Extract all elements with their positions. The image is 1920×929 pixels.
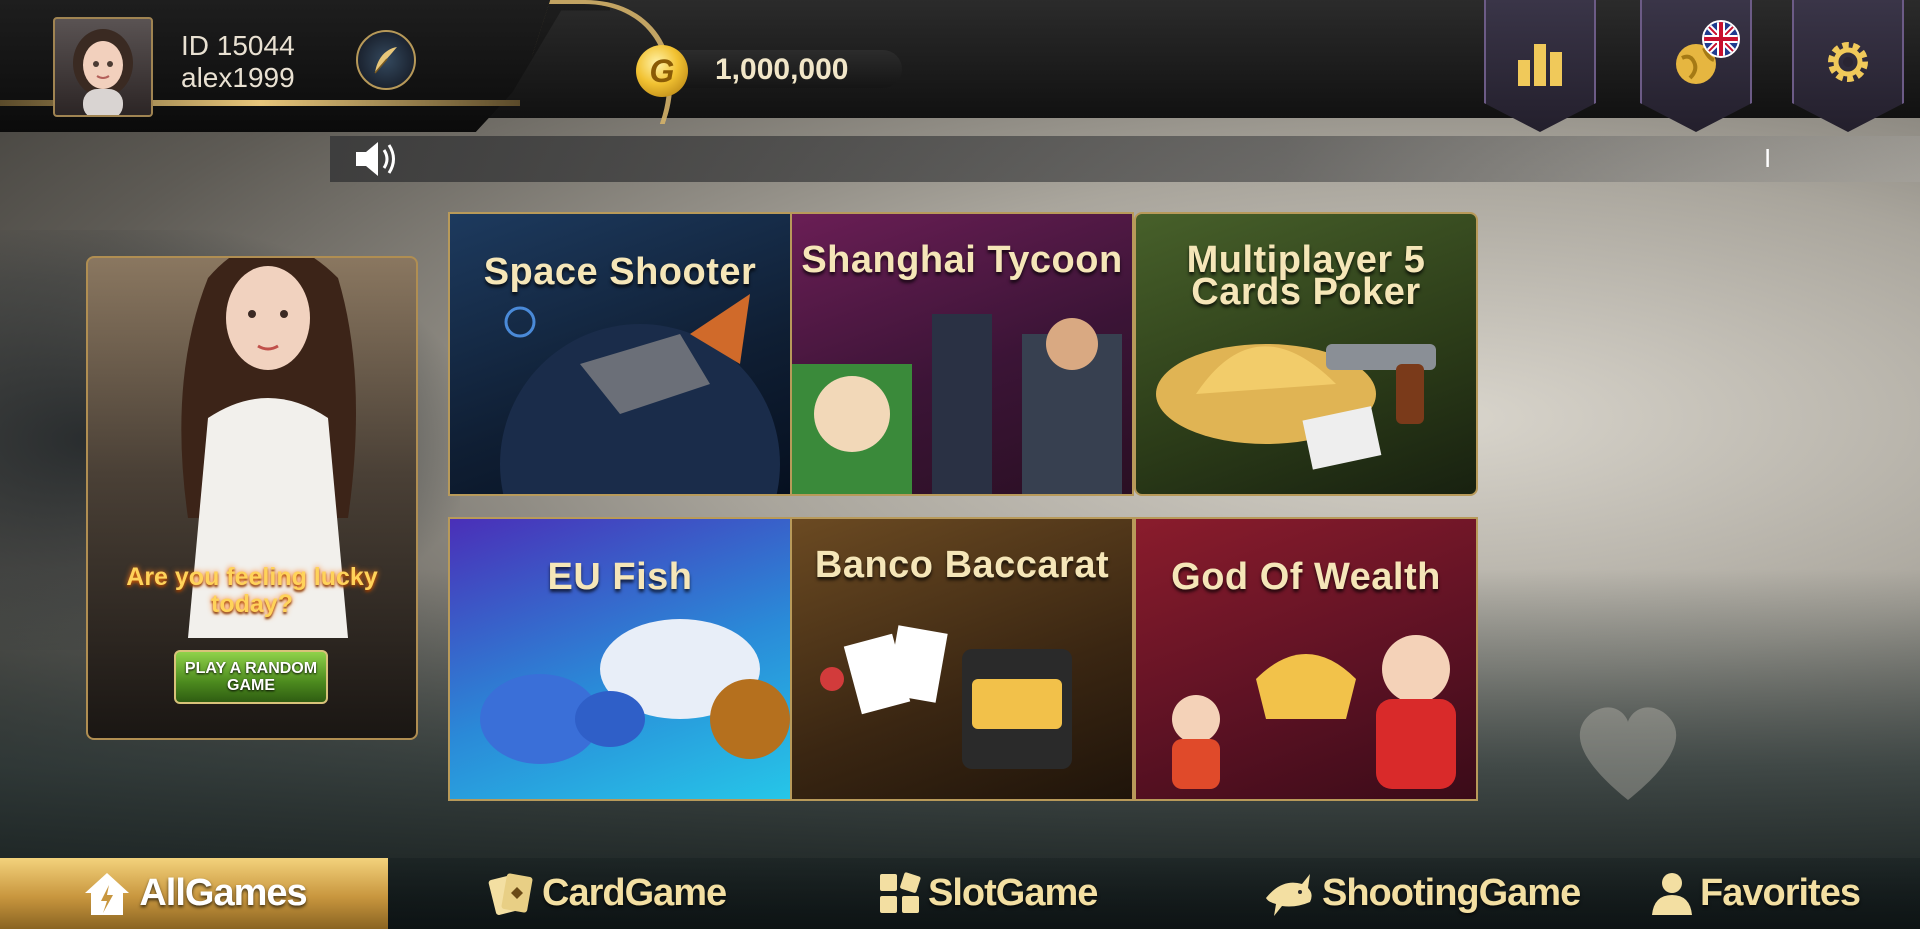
nav-label: AllGames <box>139 872 307 914</box>
nav-label: SlotGame <box>928 872 1098 914</box>
nav-favorites[interactable]: Favorites <box>1650 858 1861 929</box>
lucky-promo-card[interactable]: Are you feeling lucky today? PLAY A RAND… <box>86 256 418 740</box>
gear-icon <box>1828 42 1868 82</box>
game-title: Banco Baccarat <box>814 544 1110 586</box>
avatar-image <box>73 29 133 115</box>
announcement-marquee <box>330 136 1920 182</box>
nav-slot-game[interactable]: SlotGame <box>878 858 1098 929</box>
nav-shooting-game[interactable]: ShootingGame <box>1262 858 1581 929</box>
balance-amount: 1,000,000 <box>715 53 849 86</box>
play-random-game-button[interactable]: PLAY A RANDOM GAME <box>174 650 328 704</box>
bar-chart-icon <box>1518 44 1562 86</box>
nav-label: Favorites <box>1700 872 1861 914</box>
edit-profile-button[interactable] <box>356 30 416 90</box>
game-tile-shanghai-tycoon[interactable]: Shanghai Tycoon <box>790 212 1134 496</box>
nav-label: ShootingGame <box>1322 872 1581 914</box>
house-icon <box>85 872 130 915</box>
heart-decoration-icon <box>1579 707 1677 800</box>
game-tile-eu-fish[interactable]: EU Fish <box>448 517 792 801</box>
game-tile-space-shooter[interactable]: Space Shooter <box>448 212 792 496</box>
game-title: Shanghai Tycoon <box>801 239 1123 281</box>
nav-card-game[interactable]: CardGame <box>484 858 727 929</box>
game-tile-god-of-wealth[interactable]: God Of Wealth <box>1134 517 1478 801</box>
nav-label: CardGame <box>542 872 727 914</box>
avatar[interactable] <box>53 17 153 117</box>
promo-headline: Are you feeling lucky today? <box>126 563 378 618</box>
game-title: God Of Wealth <box>1171 556 1441 598</box>
game-title: Multiplayer 5 Cards Poker <box>1186 239 1426 313</box>
game-title: EU Fish <box>547 556 693 598</box>
user-id: ID 15044 <box>181 30 295 61</box>
nav-all-games[interactable]: AllGames <box>0 858 388 929</box>
person-icon <box>1652 872 1692 915</box>
uk-flag-icon <box>1702 20 1740 58</box>
shark-icon <box>1266 873 1312 916</box>
marquee-text: I <box>1764 143 1772 173</box>
username: alex1999 <box>181 62 295 93</box>
game-tile-banco-baccarat[interactable]: Banco Baccarat <box>790 517 1134 801</box>
gold-coin-icon: G <box>636 45 688 97</box>
cards-icon <box>488 872 533 915</box>
speaker-icon[interactable] <box>352 138 400 180</box>
grid-icon <box>880 871 921 913</box>
game-tile-multiplayer-5-cards-poker[interactable]: Multiplayer 5 Cards Poker <box>1134 212 1478 496</box>
feather-icon <box>374 47 397 74</box>
game-title: Space Shooter <box>483 251 757 293</box>
